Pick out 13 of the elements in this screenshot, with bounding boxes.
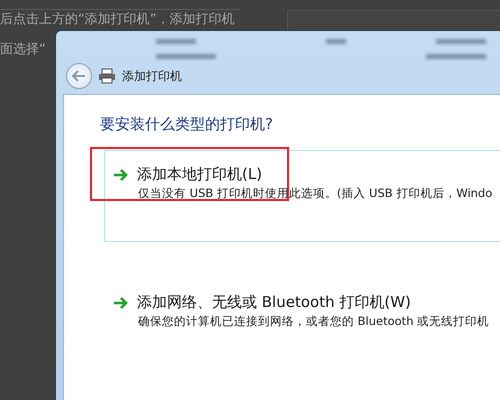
back-button[interactable]	[66, 63, 92, 89]
option-title: 添加网络、无线或 Bluetooth 打印机(W)	[137, 293, 411, 312]
background-text: 后点击上方的“添加打印机”，添加打印机	[0, 12, 234, 28]
option-description: 确保您的计算机已连接到网络，或者您的 Bluetooth 或无线打印机	[138, 314, 490, 329]
arrow-icon	[113, 168, 129, 180]
dialog-title: 添加打印机	[122, 68, 182, 84]
question-heading: 要安装什么类型的打印机?	[100, 115, 274, 134]
printer-icon	[98, 68, 116, 84]
arrow-icon	[113, 296, 129, 308]
back-arrow-icon	[72, 70, 86, 82]
option-title: 添加本地打印机(L)	[137, 165, 262, 184]
printer-option[interactable]: 添加网络、无线或 Bluetooth 打印机(W) 确保您的计算机已连接到网络，或者您的 Bluetooth 或无线打印机	[104, 278, 500, 350]
background-text: 面选择“	[0, 42, 46, 58]
